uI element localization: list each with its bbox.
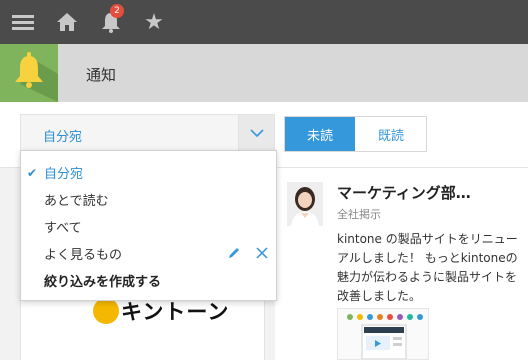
menu-item-create-filter[interactable]: 絞り込みを作成する bbox=[21, 267, 276, 294]
filter-select[interactable]: 自分宛 bbox=[20, 114, 275, 152]
menu-item-all[interactable]: すべて bbox=[21, 213, 276, 240]
menu-item-label: すべて bbox=[44, 221, 82, 236]
tab-read[interactable]: 既読 bbox=[356, 117, 426, 151]
post-title[interactable]: マーケティング部… bbox=[337, 182, 471, 203]
menu-item-label: 自分宛 bbox=[44, 167, 84, 182]
menu-item-label: あとで読む bbox=[44, 194, 109, 209]
home-icon[interactable] bbox=[52, 0, 82, 44]
close-icon[interactable] bbox=[255, 246, 269, 260]
menu-item-label: 絞り込みを作成する bbox=[44, 275, 162, 290]
check-icon: ✔ bbox=[27, 165, 38, 180]
menu-icon[interactable] bbox=[8, 0, 38, 44]
menu-item-read-later[interactable]: あとで読む bbox=[21, 186, 276, 213]
filter-dropdown-menu: ✔ 自分宛 あとで読む すべて よく見るもの 絞り込みを作成する bbox=[20, 150, 277, 301]
notification-badge: 2 bbox=[110, 4, 124, 18]
page-title: 通知 bbox=[86, 66, 117, 84]
pencil-icon[interactable] bbox=[227, 246, 241, 260]
star-icon[interactable]: ★ bbox=[140, 0, 168, 44]
read-status-toggle: 未読 既読 bbox=[284, 116, 427, 152]
post-body: kintone の製品サイトをリニューアルしました！ もっとkintoneの魅力… bbox=[337, 232, 518, 303]
menu-item-to-me[interactable]: ✔ 自分宛 bbox=[21, 159, 276, 186]
post-thumbnail bbox=[337, 308, 429, 360]
kintone-logo-mark: kintone bbox=[93, 288, 119, 324]
chevron-down-icon[interactable] bbox=[238, 115, 274, 151]
notification-bell-icon bbox=[0, 44, 58, 102]
tab-unread[interactable]: 未読 bbox=[285, 117, 355, 151]
avatar bbox=[287, 182, 323, 226]
filter-select-value: 自分宛 bbox=[43, 130, 83, 145]
menu-item-frequently-viewed[interactable]: よく見るもの bbox=[21, 240, 276, 267]
menu-item-label: よく見るもの bbox=[44, 248, 123, 263]
post-card[interactable]: マーケティング部… 全社掲示 kintone の製品サイトをリニューアルしました… bbox=[275, 168, 528, 360]
post-space: 全社掲示 bbox=[337, 208, 381, 221]
top-toolbar: 2 ★ bbox=[0, 0, 528, 44]
page-header: 通知 bbox=[0, 44, 528, 102]
